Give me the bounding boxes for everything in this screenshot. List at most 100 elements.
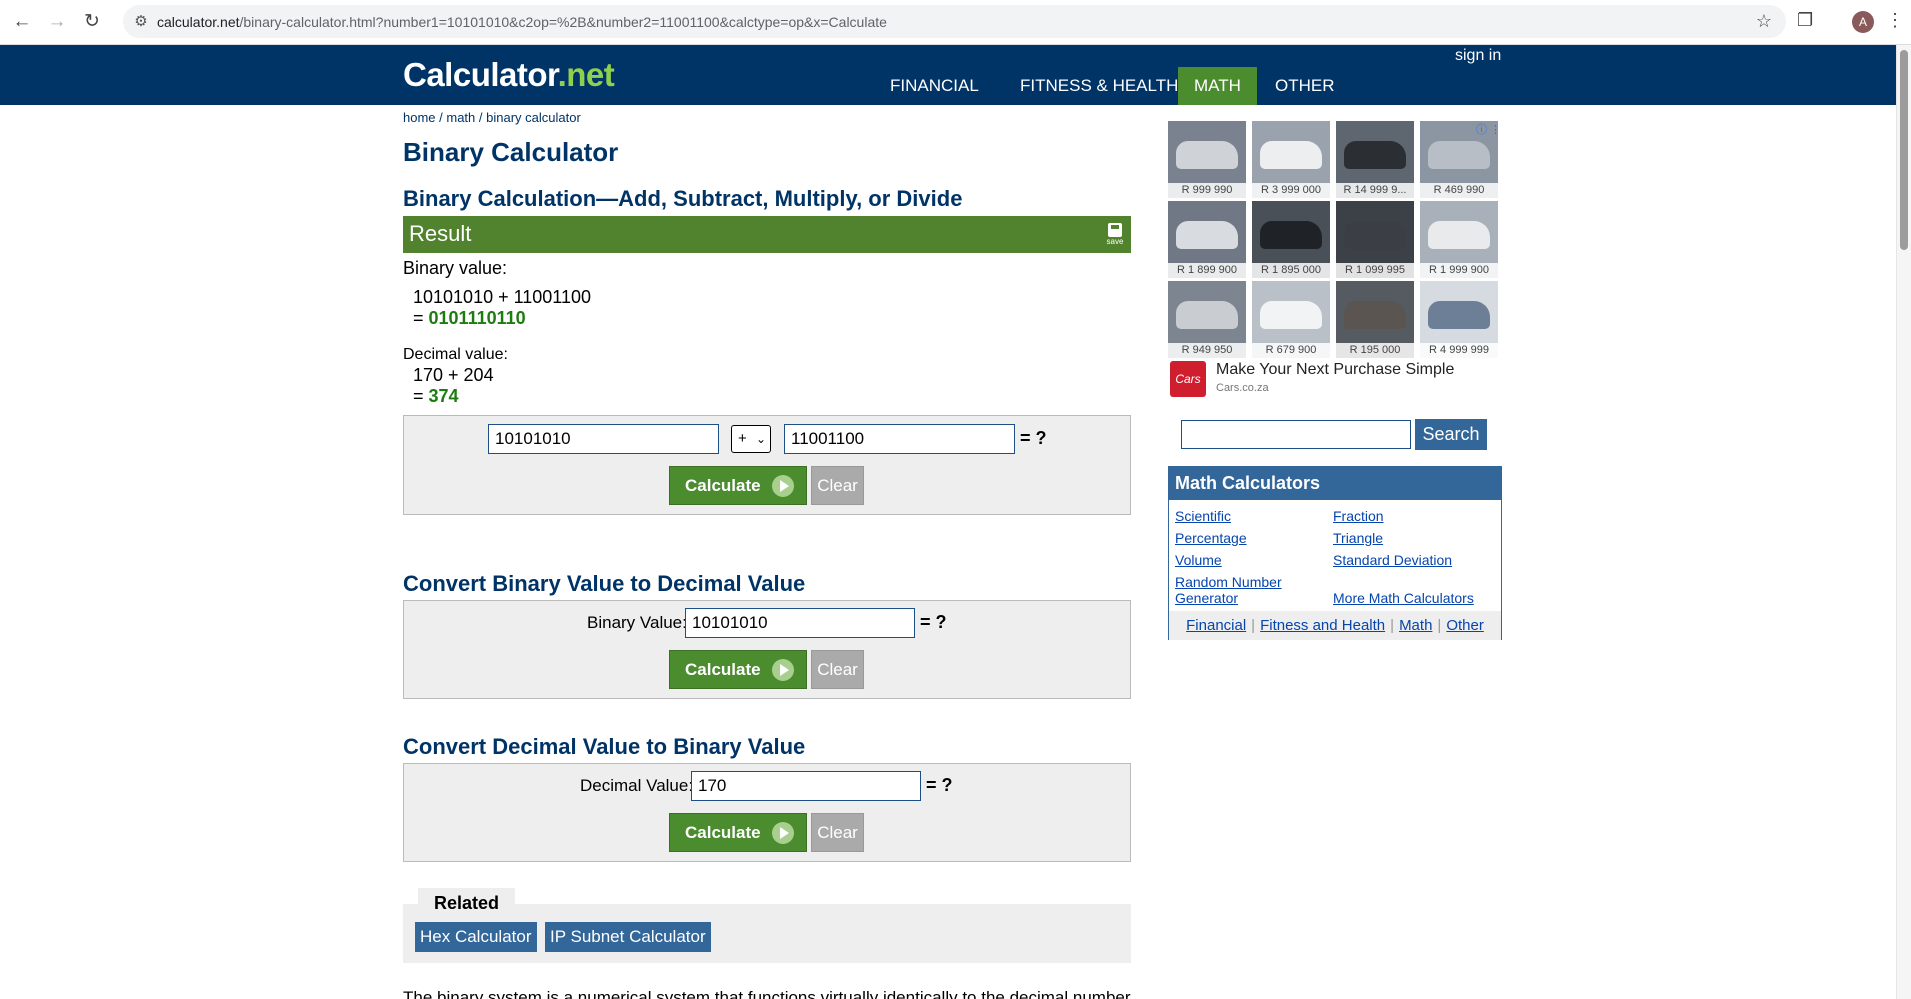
dec2bin-calculate-button[interactable]: Calculate — [669, 813, 807, 852]
car-image — [1428, 141, 1490, 169]
back-icon[interactable]: ← — [10, 10, 34, 34]
bookmark-star-icon[interactable]: ☆ — [1756, 11, 1772, 32]
car-price: R 3 999 000 — [1252, 183, 1330, 198]
car-price: R 1 099 995 — [1336, 263, 1414, 278]
page-title: Binary Calculator — [403, 137, 619, 167]
car-image — [1344, 301, 1406, 329]
related-hex-calculator[interactable]: Hex Calculator — [415, 922, 537, 952]
calculate-button[interactable]: Calculate — [669, 466, 807, 505]
car-price: R 14 999 9... — [1336, 183, 1414, 198]
cars-logo[interactable]: Cars — [1170, 361, 1206, 397]
link-random-number-generator[interactable]: Random Number Generator — [1175, 574, 1315, 606]
car-ad-tile[interactable]: R 999 990 — [1168, 121, 1246, 198]
save-label: save — [1106, 237, 1124, 246]
browser-menu-icon[interactable]: ⋮ — [1886, 10, 1904, 31]
footer-link-math[interactable]: Math — [1399, 617, 1432, 634]
car-ad-tile[interactable]: R 1 899 900 — [1168, 201, 1246, 278]
ad-domain[interactable]: Cars.co.za — [1216, 382, 1269, 394]
ad-info-icon[interactable]: ⓘ ⋮ — [1476, 121, 1501, 137]
calculate-label: Calculate — [685, 660, 761, 679]
equals-question: = ? — [1020, 428, 1047, 448]
site-logo[interactable]: Calculator.net — [403, 56, 615, 94]
page: ← → ↻ ⚙ calculator.net/binary-calculator… — [0, 0, 1911, 999]
math-calculators-title: Math Calculators — [1169, 467, 1501, 500]
play-icon — [772, 475, 794, 497]
decimal-eq-sign: = — [413, 386, 429, 406]
car-ad-grid[interactable]: R 999 990 R 3 999 000 R 14 999 9... R 469 9… — [1168, 121, 1502, 358]
footer-separator: | — [1390, 617, 1395, 634]
breadcrumb-math[interactable]: math — [446, 110, 475, 125]
decimal-to-binary-title: Convert Decimal Value to Binary Value — [403, 734, 806, 759]
car-ad-tile[interactable]: R 1 895 000 — [1252, 201, 1330, 278]
operator-value: + — [738, 430, 747, 447]
nav-financial[interactable]: FINANCIAL — [874, 67, 995, 105]
number2-input[interactable]: 11001100 — [784, 424, 1015, 454]
car-image — [1428, 301, 1490, 329]
extensions-icon[interactable]: ❐ — [1797, 10, 1813, 31]
car-ad-tile[interactable]: R 679 900 — [1252, 281, 1330, 358]
car-image — [1176, 141, 1238, 169]
car-ad-tile[interactable]: R 14 999 9... — [1336, 121, 1414, 198]
car-ad-tile[interactable]: R 3 999 000 — [1252, 121, 1330, 198]
nav-fitness-health[interactable]: FITNESS & HEALTH — [1004, 67, 1194, 105]
decimal-value-label: Decimal value: — [403, 346, 508, 363]
site-search-input[interactable] — [1181, 420, 1411, 449]
binary-value-label: Binary value: — [403, 258, 508, 278]
result-bar: Result save — [403, 216, 1131, 253]
car-ad-tile[interactable]: R 949 950 — [1168, 281, 1246, 358]
binary-value-input[interactable]: 10101010 — [685, 608, 915, 638]
decimal-expression: 170 + 204 — [413, 365, 494, 385]
breadcrumb: home / math / binary calculator — [403, 110, 581, 125]
intro-paragraph: The binary system is a numerical system … — [403, 988, 1131, 999]
ad-headline[interactable]: Make Your Next Purchase Simple — [1216, 361, 1454, 379]
car-ad-tile[interactable]: R 195 000 — [1336, 281, 1414, 358]
breadcrumb-home[interactable]: home — [403, 110, 436, 125]
nav-math[interactable]: MATH — [1178, 67, 1257, 105]
car-price: R 1 895 000 — [1252, 263, 1330, 278]
bin2dec-calculate-button[interactable]: Calculate — [669, 650, 807, 689]
link-more-math-calculators[interactable]: More Math Calculators — [1333, 590, 1474, 606]
profile-avatar[interactable]: A — [1852, 11, 1874, 33]
car-ad-tile[interactable]: R 4 999 999 — [1420, 281, 1498, 358]
operator-select[interactable]: + ⌄ — [731, 425, 771, 453]
number1-input[interactable]: 10101010 — [488, 424, 719, 454]
link-triangle[interactable]: Triangle — [1333, 530, 1383, 546]
search-button[interactable]: Search — [1415, 419, 1487, 450]
dec2bin-clear-button[interactable]: Clear — [811, 813, 864, 852]
link-volume[interactable]: Volume — [1175, 552, 1222, 568]
binary-result-line: = 0101110110 — [413, 308, 526, 329]
nav-other[interactable]: OTHER — [1259, 67, 1351, 105]
footer-link-fitness-health[interactable]: Fitness and Health — [1260, 617, 1385, 634]
calculate-label: Calculate — [685, 823, 761, 842]
footer-link-financial[interactable]: Financial — [1186, 617, 1246, 634]
reload-icon[interactable]: ↻ — [80, 10, 104, 34]
calculate-label: Calculate — [685, 476, 761, 495]
car-ad-tile[interactable]: R 1 999 900 — [1420, 201, 1498, 278]
bin2dec-clear-button[interactable]: Clear — [811, 650, 864, 689]
car-price: R 469 990 — [1420, 183, 1498, 198]
car-price: R 4 999 999 — [1420, 343, 1498, 358]
car-ad-tile[interactable]: R 1 099 995 — [1336, 201, 1414, 278]
url-host: calculator.net — [157, 14, 240, 30]
logo-main: Calculator — [403, 56, 558, 93]
car-image — [1176, 301, 1238, 329]
link-scientific[interactable]: Scientific — [1175, 508, 1231, 524]
footer-separator: | — [1251, 617, 1256, 634]
related-ip-subnet-calculator[interactable]: IP Subnet Calculator — [545, 922, 711, 952]
car-image — [1428, 221, 1490, 249]
footer-link-other[interactable]: Other — [1446, 617, 1484, 634]
breadcrumb-binary-calculator[interactable]: binary calculator — [486, 110, 581, 125]
link-fraction[interactable]: Fraction — [1333, 508, 1384, 524]
car-price: R 999 990 — [1168, 183, 1246, 198]
site-info-icon[interactable]: ⚙ — [131, 12, 151, 32]
decimal-value-input[interactable]: 170 — [691, 771, 921, 801]
url-text[interactable]: calculator.net/binary-calculator.html?nu… — [157, 14, 887, 30]
link-standard-deviation[interactable]: Standard Deviation — [1333, 552, 1452, 568]
save-icon[interactable]: save — [1105, 223, 1125, 247]
address-bar[interactable]: ⚙ calculator.net/binary-calculator.html?… — [123, 5, 1786, 38]
forward-icon[interactable]: → — [45, 10, 69, 34]
clear-button[interactable]: Clear — [811, 466, 864, 505]
scrollbar-thumb[interactable] — [1900, 50, 1908, 250]
sign-in-link[interactable]: sign in — [1455, 47, 1501, 65]
link-percentage[interactable]: Percentage — [1175, 530, 1247, 546]
